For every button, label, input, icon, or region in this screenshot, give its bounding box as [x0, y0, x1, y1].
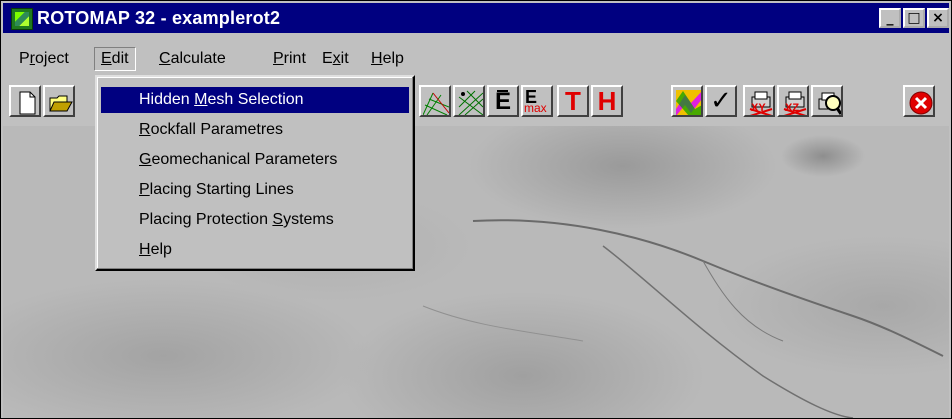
menu-print-label-b: rint [283, 50, 306, 67]
application-window: ROTOMAP 32 - examplerot2 _ □ × Project E… [0, 0, 952, 419]
menu-exit-label-b: it [340, 50, 349, 67]
dd-label-b: ystems [283, 211, 334, 228]
menu-print[interactable]: Print [267, 47, 312, 71]
T-button[interactable]: T [557, 85, 589, 117]
title-bar[interactable]: ROTOMAP 32 - examplerot2 _ □ × [3, 3, 949, 33]
rotomap-app-icon[interactable] [11, 8, 33, 30]
T-letter-icon: T [565, 86, 581, 116]
menu-edit[interactable]: Edit [94, 47, 136, 71]
menu-calculate-label-b: alculate [170, 50, 226, 67]
maximize-button[interactable]: □ [903, 8, 925, 28]
menu-help[interactable]: Help [365, 47, 410, 71]
dd-accel: G [139, 151, 152, 168]
colored-map-icon [676, 90, 701, 115]
minimize-button[interactable]: _ [879, 8, 901, 28]
edit-menu-item-hidden-mesh-selection[interactable]: Hidden Mesh Selection [101, 87, 409, 113]
window-title: ROTOMAP 32 - examplerot2 [37, 8, 281, 28]
dd-accel: H [139, 241, 151, 258]
menu-help-accel: H [371, 50, 383, 67]
edit-menu-item-placing-protection-systems[interactable]: Placing Protection Systems [101, 207, 409, 233]
dd-accel: S [272, 211, 284, 228]
open-file-button[interactable] [43, 85, 75, 117]
dd-label-b: esh Selection [207, 91, 304, 108]
dd-accel: M [194, 91, 208, 108]
dd-label-a: Hidden [139, 91, 195, 108]
print-xy-button[interactable]: XY [743, 85, 775, 117]
menu-edit-label-b: dit [111, 50, 129, 67]
menu-edit-accel: E [101, 50, 112, 67]
new-file-button[interactable] [9, 85, 41, 117]
menu-exit-label-a: E [322, 50, 333, 67]
mesh-select-icon [458, 90, 483, 115]
menu-calculate-accel: C [159, 50, 171, 67]
checkmark-icon: ✓ [710, 86, 732, 116]
dd-label-a: Placing Protection [139, 211, 273, 228]
H-button[interactable]: H [591, 85, 623, 117]
energy-button[interactable]: E [487, 85, 519, 117]
edit-menu-item-geomechanical-parameters[interactable]: Geomechanical Parameters [101, 147, 409, 173]
menu-bar: Project Edit Calculate Print Exit Help [3, 45, 949, 73]
close-app-icon [909, 91, 933, 115]
checkmark-button[interactable]: ✓ [705, 85, 737, 117]
new-file-icon [19, 91, 36, 115]
dd-accel: P [139, 181, 150, 198]
dd-label-b: ockfall Parametres [150, 121, 284, 138]
dd-label-b: elp [150, 241, 172, 258]
open-folder-icon [49, 95, 73, 112]
mesh-select-button[interactable] [453, 85, 485, 117]
print-xy-label: XY [751, 102, 766, 114]
print-preview-icon [818, 92, 841, 115]
print-preview-button[interactable] [811, 85, 843, 117]
exit-app-button[interactable] [903, 85, 935, 117]
edit-menu-dropdown: Hidden Mesh Selection Rockfall Parametre… [95, 75, 415, 271]
close-button[interactable]: × [927, 8, 949, 28]
energy-max-button[interactable]: E max [521, 85, 553, 117]
menu-project-label-b: oject [35, 50, 69, 67]
H-letter-icon: H [597, 86, 617, 116]
edit-menu-item-placing-starting-lines[interactable]: Placing Starting Lines [101, 177, 409, 203]
mesh-view-icon [423, 92, 449, 115]
menu-project-label-a: P [19, 50, 30, 67]
menu-project[interactable]: Project [13, 47, 75, 71]
edit-menu-item-help[interactable]: Help [101, 237, 409, 263]
menu-exit[interactable]: Exit [316, 47, 355, 71]
dd-label-b: eomechanical Parameters [151, 151, 338, 168]
print-xz-button[interactable]: XZ [777, 85, 809, 117]
energy-max-subscript: max [524, 101, 547, 115]
menu-help-label-b: elp [382, 50, 404, 67]
edit-menu-item-rockfall-parametres[interactable]: Rockfall Parametres [101, 117, 409, 143]
print-xz-label: XZ [785, 102, 800, 114]
colored-map-button[interactable] [671, 85, 703, 117]
dd-label-b: lacing Starting Lines [149, 181, 294, 198]
menu-calculate[interactable]: Calculate [153, 47, 232, 71]
menu-exit-accel: x [332, 50, 341, 67]
mesh-view-button[interactable] [419, 85, 451, 117]
menu-print-accel: P [273, 50, 284, 67]
energy-overbar [497, 90, 508, 92]
dd-accel: R [139, 121, 151, 138]
